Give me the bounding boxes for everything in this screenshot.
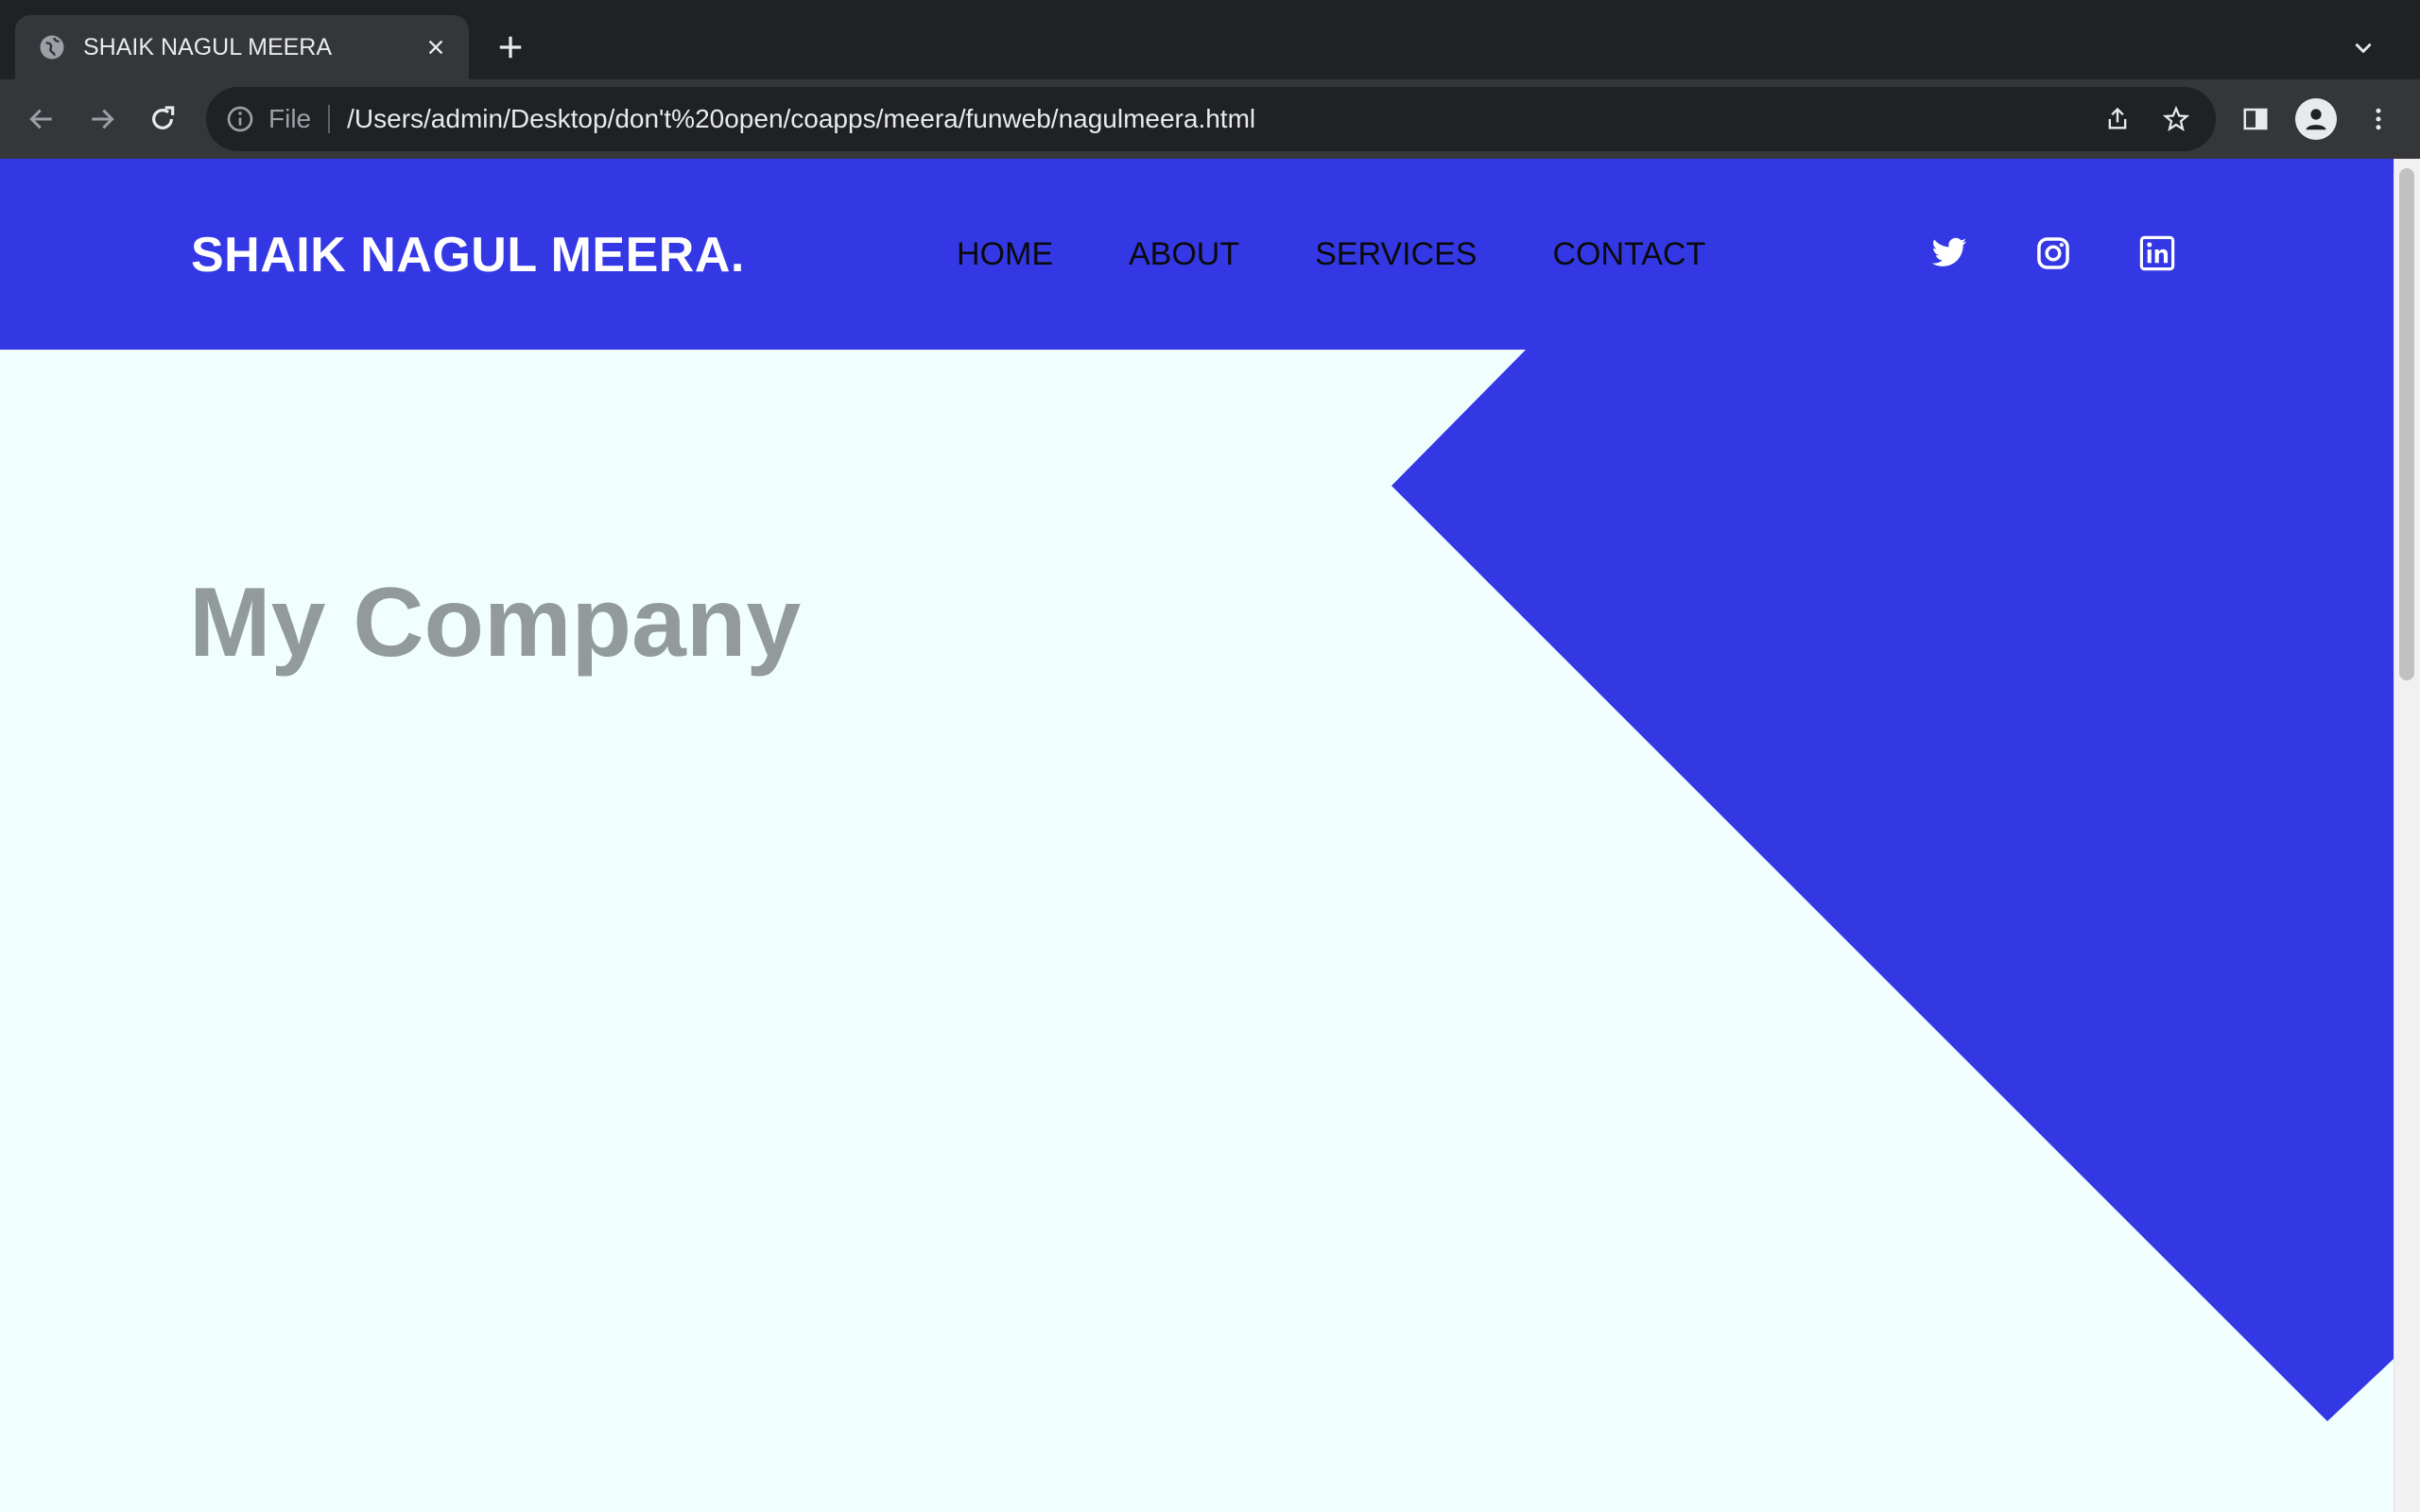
bookmark-star-icon[interactable] [2157, 100, 2195, 138]
new-tab-icon[interactable] [492, 28, 529, 66]
back-arrow-icon[interactable] [21, 98, 62, 140]
tab-strip: SHAIK NAGUL MEERA [0, 0, 2420, 79]
share-icon[interactable] [2099, 100, 2136, 138]
main-nav: HOME ABOUT SERVICES CONTACT [957, 236, 1781, 273]
decorative-shape [1392, 350, 2394, 1421]
browser-toolbar: File /Users/admin/Desktop/don't%20open/c… [0, 79, 2420, 159]
url-text[interactable]: /Users/admin/Desktop/don't%20open/coapps… [347, 104, 1255, 134]
forward-arrow-icon[interactable] [81, 98, 123, 140]
kebab-menu-icon[interactable] [2358, 98, 2399, 140]
nav-contact-link[interactable]: CONTACT [1552, 236, 1705, 273]
nav-about-link[interactable]: ABOUT [1129, 236, 1239, 273]
info-icon[interactable] [225, 104, 255, 134]
globe-icon [40, 35, 64, 60]
brand-logo[interactable]: SHAIK NAGUL MEERA. [191, 227, 745, 284]
social-links [1928, 232, 2240, 274]
tab-search-chevron-icon[interactable] [2344, 28, 2382, 66]
profile-button[interactable] [2295, 98, 2337, 140]
scheme-label: File [268, 104, 312, 133]
linkedin-icon[interactable] [2136, 232, 2178, 274]
close-tab-icon[interactable] [422, 33, 450, 61]
page-viewport: SHAIK NAGUL MEERA. HOME ABOUT SERVICES C… [0, 159, 2420, 1512]
browser-window: SHAIK NAGUL MEERA File /Users/admin/Desk… [0, 0, 2420, 1512]
address-bar[interactable]: File /Users/admin/Desktop/don't%20open/c… [206, 87, 2216, 151]
twitter-icon[interactable] [1928, 232, 1970, 274]
active-tab[interactable]: SHAIK NAGUL MEERA [15, 15, 469, 79]
avatar-icon [2295, 98, 2337, 140]
nav-home-link[interactable]: HOME [957, 236, 1053, 273]
side-panel-icon[interactable] [2235, 98, 2276, 140]
site-header: SHAIK NAGUL MEERA. HOME ABOUT SERVICES C… [0, 159, 2394, 350]
hero-title: My Company [189, 568, 802, 678]
nav-services-link[interactable]: SERVICES [1315, 236, 1477, 273]
instagram-icon[interactable] [2032, 232, 2074, 274]
scrollbar-thumb[interactable] [2399, 168, 2414, 680]
scheme-separator [328, 105, 331, 133]
tab-title: SHAIK NAGUL MEERA [83, 33, 333, 60]
reload-icon[interactable] [142, 98, 183, 140]
